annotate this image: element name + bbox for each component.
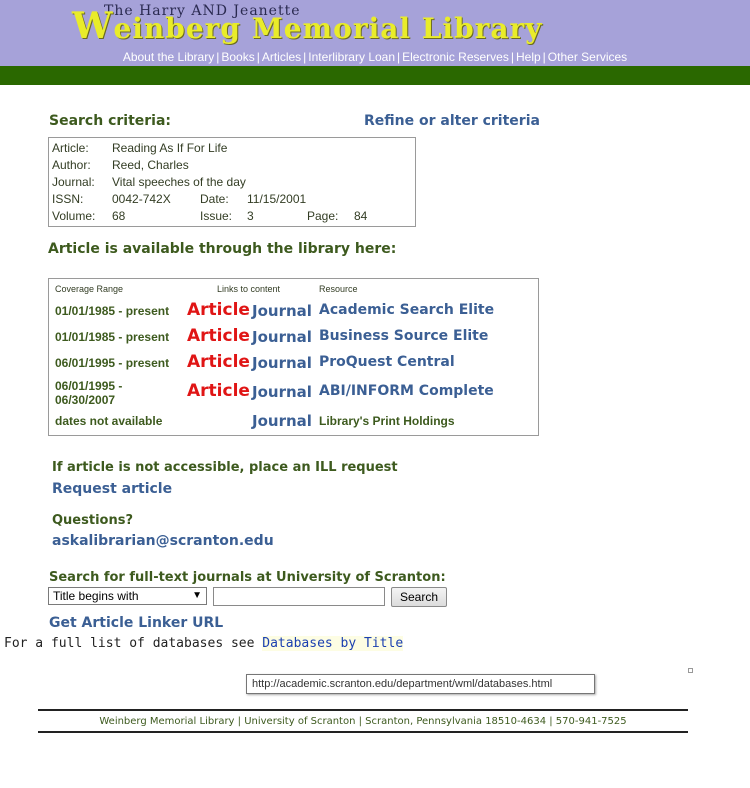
resource-link[interactable]: Business Source Elite xyxy=(319,328,488,344)
journal-link[interactable]: Journal xyxy=(252,412,312,430)
databases-by-title-link[interactable]: Databases by Title xyxy=(262,636,404,651)
journal-value: Vital speeches of the day xyxy=(112,175,246,189)
article-link[interactable]: Article xyxy=(187,326,250,346)
article-label: Article: xyxy=(52,141,89,155)
page-label: Page: xyxy=(307,209,339,223)
top-navigation: About the Library | Books | Articles | Interli… xyxy=(0,48,750,66)
logo-name: einberg Memorial Library xyxy=(113,12,543,45)
request-article-link[interactable]: Request article xyxy=(52,481,172,497)
footer-rule-top xyxy=(38,709,688,711)
journal-link[interactable]: Journal xyxy=(252,354,312,372)
email-link[interactable]: askalibrarian@scranton.edu xyxy=(52,533,274,549)
coverage-range-end: 06/30/2007 xyxy=(55,393,116,407)
resource-link[interactable]: ABI/INFORM Complete xyxy=(319,383,494,399)
journal-search-input[interactable] xyxy=(213,587,385,606)
coverage-range: 01/01/1985 - present xyxy=(55,304,170,318)
availability-table: Coverage Range Links to content Resource… xyxy=(48,278,539,436)
print-holdings-label: Library's Print Holdings xyxy=(319,414,455,428)
logo-initial: W xyxy=(72,5,114,47)
nav-books[interactable]: Books xyxy=(221,50,254,64)
nav-help[interactable]: Help xyxy=(516,50,541,64)
article-link[interactable]: Article xyxy=(187,381,250,401)
article-value: Reading As If For Life xyxy=(112,141,228,155)
select-value: Title begins with xyxy=(53,589,139,603)
issn-value: 0042-742X xyxy=(112,192,171,206)
nav-electronic-reserves[interactable]: Electronic Reserves xyxy=(402,50,509,64)
footer-text: Weinberg Memorial Library | University o… xyxy=(99,716,627,727)
footer-rule-bottom xyxy=(38,731,688,733)
resource-header: Resource xyxy=(319,284,358,294)
date-label: Date: xyxy=(200,192,229,206)
nav-articles[interactable]: Articles xyxy=(262,50,301,64)
volume-label: Volume: xyxy=(52,209,96,223)
resource-link[interactable]: ProQuest Central xyxy=(319,354,455,370)
issue-value: 3 xyxy=(247,209,254,223)
nav-separator: | xyxy=(256,50,260,64)
search-type-select[interactable]: Title begins with ▼ xyxy=(48,587,207,605)
link-tooltip: http://academic.scranton.edu/department/… xyxy=(246,674,595,694)
author-value: Reed, Charles xyxy=(112,158,189,172)
ill-heading: If article is not accessible, place an I… xyxy=(52,460,398,475)
header-banner: The Harry AND Jeanette Weinberg Memorial… xyxy=(0,0,750,48)
database-list-prefix: For a full list of databases see xyxy=(4,636,263,651)
coverage-header: Coverage Range xyxy=(55,284,124,294)
questions-heading: Questions? xyxy=(52,513,133,528)
refine-criteria-link[interactable]: Refine or alter criteria xyxy=(364,113,540,129)
journal-link[interactable]: Journal xyxy=(252,302,312,320)
green-divider-bar xyxy=(0,66,750,85)
journal-link[interactable]: Journal xyxy=(252,328,312,346)
article-link[interactable]: Article xyxy=(187,352,250,372)
nav-separator: | xyxy=(510,50,514,64)
search-button[interactable]: Search xyxy=(391,587,447,607)
links-header: Links to content xyxy=(217,284,281,294)
issue-label: Issue: xyxy=(200,209,233,223)
author-label: Author: xyxy=(52,158,91,172)
article-link[interactable]: Article xyxy=(187,300,250,320)
coverage-range: 01/01/1985 - present xyxy=(55,330,170,344)
availability-heading: Article is available through the library… xyxy=(48,241,397,257)
coverage-range: 06/01/1995 - present xyxy=(55,356,170,370)
journal-label: Journal: xyxy=(52,175,95,189)
nav-separator: | xyxy=(542,50,546,64)
nav-interlibrary-loan[interactable]: Interlibrary Loan xyxy=(308,50,395,64)
small-image-placeholder xyxy=(688,668,693,673)
coverage-range: dates not available xyxy=(55,414,163,428)
database-list-text: For a full list of databases see Databas… xyxy=(4,636,404,651)
coverage-range: 06/01/1995 - xyxy=(55,379,123,393)
nav-other-services[interactable]: Other Services xyxy=(548,50,627,64)
nav-about[interactable]: About the Library xyxy=(123,50,214,64)
dropdown-arrow-icon: ▼ xyxy=(192,590,202,601)
page-value: 84 xyxy=(354,209,368,223)
volume-value: 68 xyxy=(112,209,126,223)
article-linker-url-link[interactable]: Get Article Linker URL xyxy=(49,615,223,631)
criteria-box: Article: Reading As If For Life Author: … xyxy=(48,137,416,227)
resource-link[interactable]: Academic Search Elite xyxy=(319,302,494,318)
journal-link[interactable]: Journal xyxy=(252,383,312,401)
issn-label: ISSN: xyxy=(52,192,84,206)
library-logo[interactable]: Weinberg Memorial Library xyxy=(72,5,543,47)
date-value: 11/15/2001 xyxy=(247,192,307,206)
search-criteria-heading: Search criteria: xyxy=(49,113,172,129)
journal-search-heading: Search for full-text journals at Univers… xyxy=(49,570,446,585)
